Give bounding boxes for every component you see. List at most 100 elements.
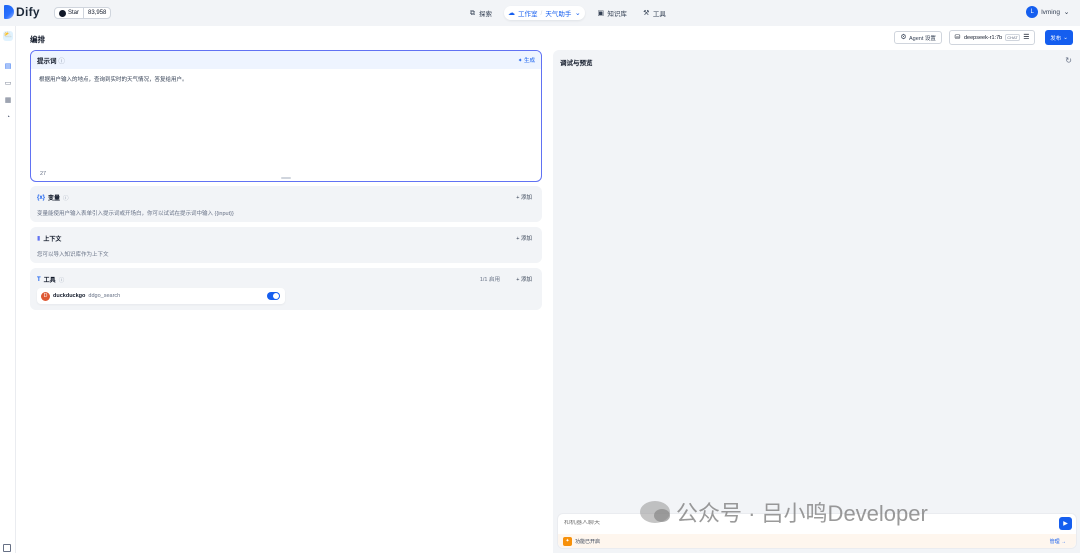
variable-icon: {x} xyxy=(37,194,46,201)
main-nav: ⧉ 探索 ☁ 工作室 / 天气助手 ⌄ ▣ 知识库 ⚒ 工具 xyxy=(465,6,670,20)
tools-header: T 工具 ⓘ xyxy=(37,275,65,285)
github-star-count: 83,958 xyxy=(88,10,107,16)
variables-description: 变量能使用户输入表单引入提示词或开场白，你可以试试在提示词中输入 {{input… xyxy=(37,211,234,217)
add-tool-button[interactable]: + 添加 xyxy=(516,275,532,283)
model-name: deepseek-r1:7b xyxy=(964,34,1003,41)
tool-enabled-toggle[interactable] xyxy=(267,292,280,300)
nav-tools[interactable]: ⚒ 工具 xyxy=(639,6,670,20)
variables-card: {x} 变量 ⓘ + 添加 变量能使用户输入表单引入提示词或开场白，你可以试试在… xyxy=(30,186,542,222)
tools-label: 工具 xyxy=(43,278,56,284)
monitor-icon[interactable]: ◔ xyxy=(4,114,12,122)
top-bar: Dify Star 83,958 ⧉ 探索 ☁ 工作室 / 天气助手 ⌄ ▣ 知… xyxy=(0,0,1080,26)
watermark: 公众号 · 吕小鸣Developer xyxy=(640,496,928,528)
send-icon: ▶ xyxy=(1063,521,1068,527)
add-label: 添加 xyxy=(520,236,532,242)
context-header: ▮ 上下文 xyxy=(37,234,61,243)
nav-studio-label: 工作室 xyxy=(518,11,538,18)
tool-name: ddgo_search xyxy=(88,293,121,299)
debug-preview-panel: 调试与预览 ↻ ▶ ✦ 功能已开启 管理 → xyxy=(553,50,1080,553)
terminal-icon[interactable]: ▭ xyxy=(4,80,12,88)
collapse-sidebar-icon[interactable] xyxy=(3,544,11,552)
book-icon: ▣ xyxy=(597,9,605,17)
dify-logo-mark xyxy=(4,5,14,19)
github-star-label: Star xyxy=(68,10,80,16)
chevron-down-icon: ⌄ xyxy=(1063,8,1070,16)
studio-icon: ☁ xyxy=(508,9,515,17)
document-icon: ▮ xyxy=(37,236,41,242)
prompt-label: 提示词 ⓘ xyxy=(37,55,65,65)
tool-provider-name: duckduckgo xyxy=(53,293,86,299)
agent-settings-button[interactable]: ⚙ Agent 设置 xyxy=(894,31,942,44)
model-icon: ⛁ xyxy=(954,34,961,41)
refresh-icon[interactable]: ↻ xyxy=(1065,56,1072,65)
manage-link[interactable]: 管理 → xyxy=(1050,538,1066,545)
user-menu[interactable]: L lvming ⌄ xyxy=(1026,6,1070,18)
main-panel: 编排 ⚙ Agent 设置 ⛁ deepseek-r1:7b CHAT ☰ 发布… xyxy=(16,26,1080,553)
wechat-icon xyxy=(640,501,670,523)
compass-icon: ⧉ xyxy=(470,9,475,17)
nav-studio[interactable]: ☁ 工作室 / 天气助手 ⌄ xyxy=(504,6,586,20)
help-icon[interactable]: ⓘ xyxy=(58,58,65,65)
model-mode-tag: CHAT xyxy=(1005,34,1020,41)
nav-explore[interactable]: ⧉ 探索 xyxy=(465,6,496,20)
nav-knowledge-label: 知识库 xyxy=(607,11,627,18)
tools-enabled-count: 1/1 启用 xyxy=(479,277,500,283)
add-context-button[interactable]: + 添加 xyxy=(516,234,532,242)
dify-logo[interactable]: Dify xyxy=(4,5,40,19)
generate-button[interactable]: ✦ 生成 xyxy=(518,56,535,64)
app-icon[interactable]: ⛅ xyxy=(3,31,13,41)
publish-button[interactable]: 发布 ⌄ xyxy=(1045,30,1073,45)
logs-icon[interactable]: ▦ xyxy=(4,97,12,105)
feature-icon: ✦ xyxy=(563,536,572,546)
tool-icon: T xyxy=(37,276,41,283)
send-button[interactable]: ▶ xyxy=(1059,517,1072,530)
duckduckgo-icon: D xyxy=(41,291,50,301)
user-name: lvming xyxy=(1041,8,1060,16)
github-star[interactable]: Star xyxy=(55,8,85,18)
left-rail: ⛅ ▤ ▭ ▦ ◔ xyxy=(0,26,16,553)
help-icon[interactable]: ⓘ xyxy=(63,194,69,202)
orchestrate-icon[interactable]: ▤ xyxy=(4,63,12,71)
nav-app-name[interactable]: 天气助手 xyxy=(545,8,571,18)
add-variable-button[interactable]: + 添加 xyxy=(516,193,532,201)
chevron-down-icon: ⌄ xyxy=(1063,34,1068,41)
agent-settings-label: Agent 设置 xyxy=(909,35,936,42)
context-description: 您可以导入知识库作为上下文 xyxy=(37,252,109,258)
feature-bar: ✦ 功能已开启 管理 → xyxy=(558,534,1076,548)
generate-label: 生成 xyxy=(523,58,535,64)
model-selector[interactable]: ⛁ deepseek-r1:7b CHAT ☰ xyxy=(949,30,1035,45)
wrench-icon: ⚒ xyxy=(643,9,650,17)
tool-item[interactable]: D duckduckgo ddgo_search xyxy=(37,288,285,304)
resize-handle[interactable] xyxy=(281,177,291,179)
avatar: L xyxy=(1026,6,1039,18)
nav-explore-label: 探索 xyxy=(479,11,492,18)
tools-card: T 工具 ⓘ 1/1 启用 + 添加 D duckduckgo ddgo_sea… xyxy=(30,268,542,310)
page-title: 编排 xyxy=(30,35,45,44)
variables-label: 变量 xyxy=(48,196,61,202)
github-icon xyxy=(59,9,66,17)
debug-title: 调试与预览 xyxy=(560,60,593,67)
gear-icon: ⚙ xyxy=(900,34,907,41)
add-label: 添加 xyxy=(520,277,532,283)
prompt-label-text: 提示词 xyxy=(37,58,57,65)
manage-label: 管理 xyxy=(1049,538,1060,545)
chevron-down-icon[interactable]: ⌄ xyxy=(574,10,581,17)
nav-tools-label: 工具 xyxy=(652,11,666,18)
brand-name: Dify xyxy=(16,5,40,19)
prompt-char-count: 27 xyxy=(40,171,47,177)
add-label: 添加 xyxy=(520,195,532,201)
context-label: 上下文 xyxy=(43,237,62,243)
nav-separator: / xyxy=(540,9,543,17)
feature-status: 功能已开启 xyxy=(575,538,601,545)
prompt-card[interactable]: 提示词 ⓘ ✦ 生成 根据用户输入的地点，查询到实时的天气情况，答复给用户。 2… xyxy=(30,50,542,182)
nav-knowledge[interactable]: ▣ 知识库 xyxy=(593,6,631,20)
prompt-header: 提示词 ⓘ ✦ 生成 xyxy=(31,51,541,69)
publish-label: 发布 xyxy=(1050,35,1062,42)
context-card: ▮ 上下文 + 添加 您可以导入知识库作为上下文 xyxy=(30,227,542,263)
prompt-textarea[interactable]: 根据用户输入的地点，查询到实时的天气情况，答复给用户。 xyxy=(31,69,541,89)
github-star-button[interactable]: Star 83,958 xyxy=(54,7,112,19)
variables-header: {x} 变量 ⓘ xyxy=(37,193,69,203)
sliders-icon[interactable]: ☰ xyxy=(1023,34,1030,41)
watermark-text: 公众号 · 吕小鸣Developer xyxy=(676,501,928,526)
help-icon[interactable]: ⓘ xyxy=(59,276,65,284)
